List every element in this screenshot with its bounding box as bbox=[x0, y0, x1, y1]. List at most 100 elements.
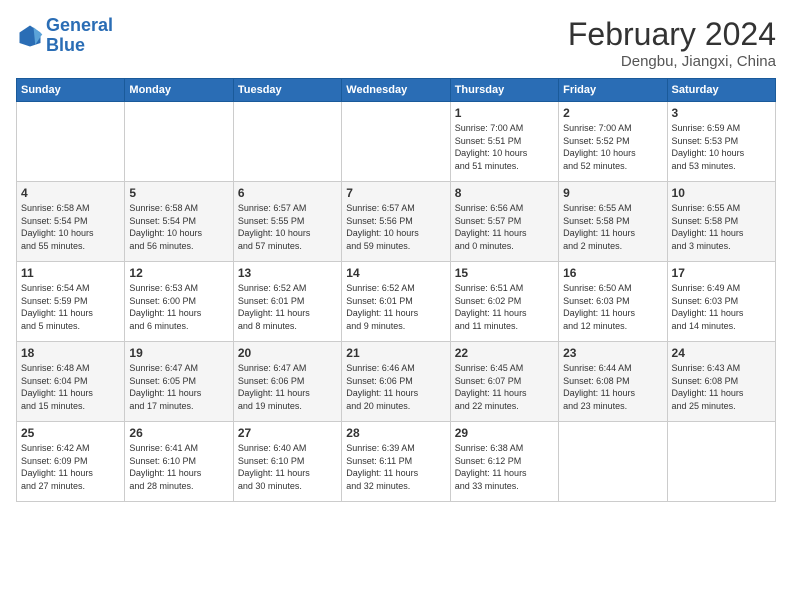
cell-3-5: 23 Sunrise: 6:44 AM Sunset: 6:08 PM Dayli… bbox=[559, 342, 667, 422]
day-number: 28 bbox=[346, 426, 445, 440]
cell-2-3: 14Sunrise: 6:52 AM Sunset: 6:01 PM Dayli… bbox=[342, 262, 450, 342]
cell-3-3: 21 Sunrise: 6:46 AM Sunset: 6:06 PM Dayli… bbox=[342, 342, 450, 422]
header-row: Sunday Monday Tuesday Wednesday Thursday… bbox=[17, 79, 776, 102]
week-row-4: 25Sunrise: 6:42 AM Sunset: 6:09 PM Dayli… bbox=[17, 422, 776, 502]
cell-info: Sunrise: 6:39 AM Sunset: 6:11 PM Dayligh… bbox=[346, 442, 445, 492]
cell-info: Sunrise: 6:45 AM Sunset: 6:07 PM Dayligh… bbox=[455, 362, 554, 412]
cell-2-4: 15 Sunrise: 6:51 AM Sunset: 6:02 PM Dayli… bbox=[450, 262, 558, 342]
day-number: 1 bbox=[455, 106, 554, 120]
day-number: 27 bbox=[238, 426, 337, 440]
cell-info: Sunrise: 6:55 AM Sunset: 5:58 PM Dayligh… bbox=[672, 202, 771, 252]
cell-info: Sunrise: 6:43 AM Sunset: 6:08 PM Dayligh… bbox=[672, 362, 771, 412]
cell-1-3: 7 Sunrise: 6:57 AM Sunset: 5:56 PM Daylig… bbox=[342, 182, 450, 262]
cell-0-1 bbox=[125, 102, 233, 182]
cell-info: Sunrise: 6:53 AM Sunset: 6:00 PM Dayligh… bbox=[129, 282, 228, 332]
cell-1-4: 8Sunrise: 6:56 AM Sunset: 5:57 PM Daylig… bbox=[450, 182, 558, 262]
cell-info: Sunrise: 6:58 AM Sunset: 5:54 PM Dayligh… bbox=[129, 202, 228, 252]
day-number: 16 bbox=[563, 266, 662, 280]
cell-info: Sunrise: 6:47 AM Sunset: 6:05 PM Dayligh… bbox=[129, 362, 228, 412]
day-number: 29 bbox=[455, 426, 554, 440]
day-number: 19 bbox=[129, 346, 228, 360]
cell-3-4: 22 Sunrise: 6:45 AM Sunset: 6:07 PM Dayli… bbox=[450, 342, 558, 422]
col-monday: Monday bbox=[125, 79, 233, 102]
title-block: February 2024 Dengbu, Jiangxi, China bbox=[568, 16, 776, 70]
day-number: 2 bbox=[563, 106, 662, 120]
col-friday: Friday bbox=[559, 79, 667, 102]
cell-info: Sunrise: 7:00 AM Sunset: 5:52 PM Dayligh… bbox=[563, 122, 662, 172]
cell-1-5: 9Sunrise: 6:55 AM Sunset: 5:58 PM Daylig… bbox=[559, 182, 667, 262]
cell-4-1: 26Sunrise: 6:41 AM Sunset: 6:10 PM Dayli… bbox=[125, 422, 233, 502]
cell-info: Sunrise: 6:52 AM Sunset: 6:01 PM Dayligh… bbox=[346, 282, 445, 332]
cell-info: Sunrise: 6:52 AM Sunset: 6:01 PM Dayligh… bbox=[238, 282, 337, 332]
calendar-header: Sunday Monday Tuesday Wednesday Thursday… bbox=[17, 79, 776, 102]
cell-3-0: 18 Sunrise: 6:48 AM Sunset: 6:04 PM Dayli… bbox=[17, 342, 125, 422]
cell-info: Sunrise: 6:54 AM Sunset: 5:59 PM Dayligh… bbox=[21, 282, 120, 332]
cell-info: Sunrise: 6:46 AM Sunset: 6:06 PM Dayligh… bbox=[346, 362, 445, 412]
cell-0-6: 3 Sunrise: 6:59 AM Sunset: 5:53 PM Daylig… bbox=[667, 102, 775, 182]
cell-4-0: 25Sunrise: 6:42 AM Sunset: 6:09 PM Dayli… bbox=[17, 422, 125, 502]
day-number: 15 bbox=[455, 266, 554, 280]
cell-info: Sunrise: 6:38 AM Sunset: 6:12 PM Dayligh… bbox=[455, 442, 554, 492]
cell-info: Sunrise: 6:48 AM Sunset: 6:04 PM Dayligh… bbox=[21, 362, 120, 412]
day-number: 20 bbox=[238, 346, 337, 360]
cell-2-0: 11 Sunrise: 6:54 AM Sunset: 5:59 PM Dayli… bbox=[17, 262, 125, 342]
col-saturday: Saturday bbox=[667, 79, 775, 102]
week-row-0: 1 Sunrise: 7:00 AM Sunset: 5:51 PM Daylig… bbox=[17, 102, 776, 182]
cell-2-2: 13Sunrise: 6:52 AM Sunset: 6:01 PM Dayli… bbox=[233, 262, 341, 342]
cell-info: Sunrise: 6:59 AM Sunset: 5:53 PM Dayligh… bbox=[672, 122, 771, 172]
cell-info: Sunrise: 6:47 AM Sunset: 6:06 PM Dayligh… bbox=[238, 362, 337, 412]
day-number: 7 bbox=[346, 186, 445, 200]
day-number: 4 bbox=[21, 186, 120, 200]
week-row-3: 18 Sunrise: 6:48 AM Sunset: 6:04 PM Dayli… bbox=[17, 342, 776, 422]
cell-info: Sunrise: 7:00 AM Sunset: 5:51 PM Dayligh… bbox=[455, 122, 554, 172]
cell-4-2: 27 Sunrise: 6:40 AM Sunset: 6:10 PM Dayli… bbox=[233, 422, 341, 502]
logo: General Blue bbox=[16, 16, 113, 56]
cell-4-3: 28 Sunrise: 6:39 AM Sunset: 6:11 PM Dayli… bbox=[342, 422, 450, 502]
day-number: 23 bbox=[563, 346, 662, 360]
day-number: 10 bbox=[672, 186, 771, 200]
day-number: 11 bbox=[21, 266, 120, 280]
day-number: 25 bbox=[21, 426, 120, 440]
cell-2-6: 17 Sunrise: 6:49 AM Sunset: 6:03 PM Dayli… bbox=[667, 262, 775, 342]
cell-1-2: 6 Sunrise: 6:57 AM Sunset: 5:55 PM Daylig… bbox=[233, 182, 341, 262]
day-number: 5 bbox=[129, 186, 228, 200]
cell-info: Sunrise: 6:50 AM Sunset: 6:03 PM Dayligh… bbox=[563, 282, 662, 332]
cell-info: Sunrise: 6:49 AM Sunset: 6:03 PM Dayligh… bbox=[672, 282, 771, 332]
day-number: 22 bbox=[455, 346, 554, 360]
cell-info: Sunrise: 6:55 AM Sunset: 5:58 PM Dayligh… bbox=[563, 202, 662, 252]
day-number: 17 bbox=[672, 266, 771, 280]
cell-info: Sunrise: 6:58 AM Sunset: 5:54 PM Dayligh… bbox=[21, 202, 120, 252]
cell-0-3 bbox=[342, 102, 450, 182]
cell-info: Sunrise: 6:57 AM Sunset: 5:55 PM Dayligh… bbox=[238, 202, 337, 252]
cell-1-6: 10 Sunrise: 6:55 AM Sunset: 5:58 PM Dayli… bbox=[667, 182, 775, 262]
cell-0-4: 1 Sunrise: 7:00 AM Sunset: 5:51 PM Daylig… bbox=[450, 102, 558, 182]
cell-info: Sunrise: 6:57 AM Sunset: 5:56 PM Dayligh… bbox=[346, 202, 445, 252]
page: General Blue February 2024 Dengbu, Jiang… bbox=[0, 0, 792, 612]
cell-0-2 bbox=[233, 102, 341, 182]
cell-1-1: 5 Sunrise: 6:58 AM Sunset: 5:54 PM Daylig… bbox=[125, 182, 233, 262]
cell-4-5 bbox=[559, 422, 667, 502]
cell-info: Sunrise: 6:51 AM Sunset: 6:02 PM Dayligh… bbox=[455, 282, 554, 332]
day-number: 21 bbox=[346, 346, 445, 360]
logo-blue: Blue bbox=[46, 36, 113, 56]
cell-2-1: 12 Sunrise: 6:53 AM Sunset: 6:00 PM Dayli… bbox=[125, 262, 233, 342]
logo-icon bbox=[16, 22, 44, 50]
logo-general: General bbox=[46, 15, 113, 35]
day-number: 18 bbox=[21, 346, 120, 360]
col-thursday: Thursday bbox=[450, 79, 558, 102]
day-number: 12 bbox=[129, 266, 228, 280]
week-row-2: 11 Sunrise: 6:54 AM Sunset: 5:59 PM Dayli… bbox=[17, 262, 776, 342]
day-number: 8 bbox=[455, 186, 554, 200]
cell-3-1: 19 Sunrise: 6:47 AM Sunset: 6:05 PM Dayli… bbox=[125, 342, 233, 422]
cell-info: Sunrise: 6:41 AM Sunset: 6:10 PM Dayligh… bbox=[129, 442, 228, 492]
month-title: February 2024 bbox=[568, 16, 776, 53]
cell-0-5: 2 Sunrise: 7:00 AM Sunset: 5:52 PM Daylig… bbox=[559, 102, 667, 182]
col-wednesday: Wednesday bbox=[342, 79, 450, 102]
cell-info: Sunrise: 6:44 AM Sunset: 6:08 PM Dayligh… bbox=[563, 362, 662, 412]
day-number: 3 bbox=[672, 106, 771, 120]
day-number: 6 bbox=[238, 186, 337, 200]
calendar-table: Sunday Monday Tuesday Wednesday Thursday… bbox=[16, 78, 776, 502]
col-sunday: Sunday bbox=[17, 79, 125, 102]
cell-2-5: 16 Sunrise: 6:50 AM Sunset: 6:03 PM Dayli… bbox=[559, 262, 667, 342]
cell-info: Sunrise: 6:40 AM Sunset: 6:10 PM Dayligh… bbox=[238, 442, 337, 492]
